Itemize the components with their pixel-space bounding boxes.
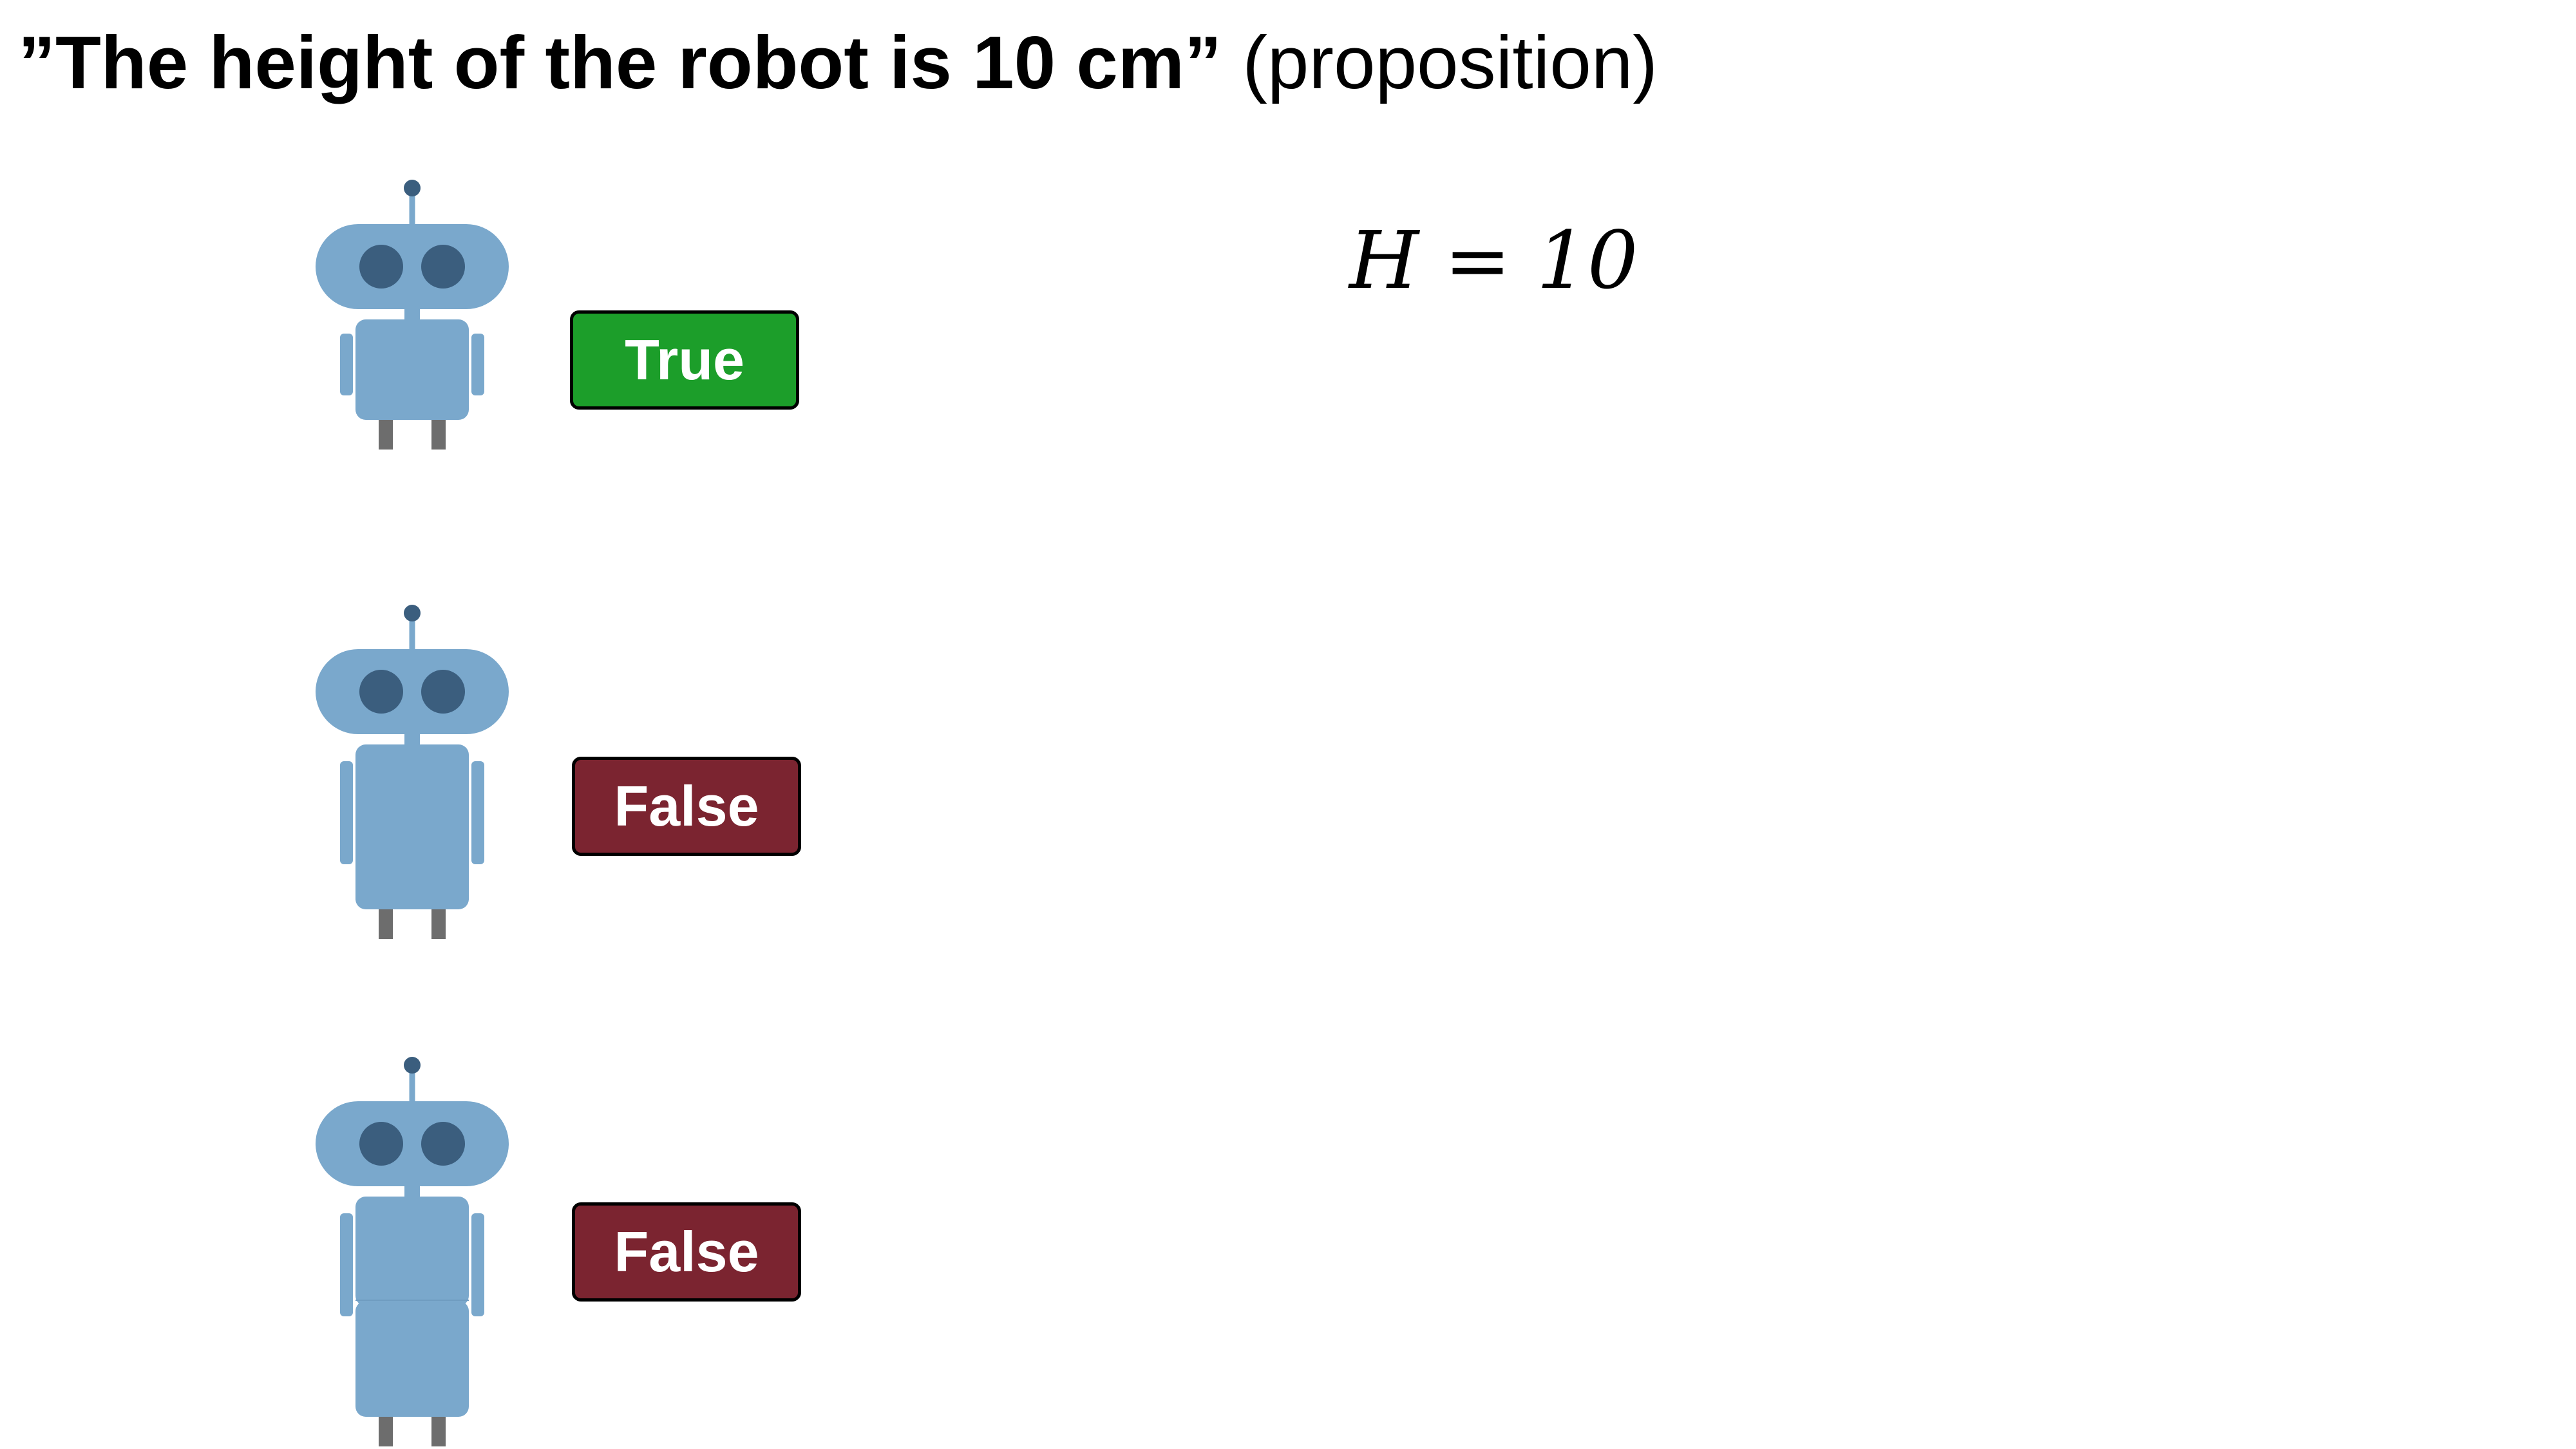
proposition-statement: ”The height of the robot is 10 cm”	[18, 21, 1222, 104]
truth-badge-false: False	[572, 1202, 801, 1302]
height-equation: H = 10	[1349, 214, 1638, 307]
truth-badge-false: False	[572, 757, 801, 856]
robot-medium-icon	[303, 599, 522, 947]
page-title: ”The height of the robot is 10 cm” (prop…	[18, 14, 1658, 111]
truth-badge-true: True	[570, 310, 799, 410]
robot-short-icon	[303, 174, 522, 457]
robot-tall-icon	[303, 1051, 522, 1447]
proposition-tag: (proposition)	[1222, 21, 1658, 104]
